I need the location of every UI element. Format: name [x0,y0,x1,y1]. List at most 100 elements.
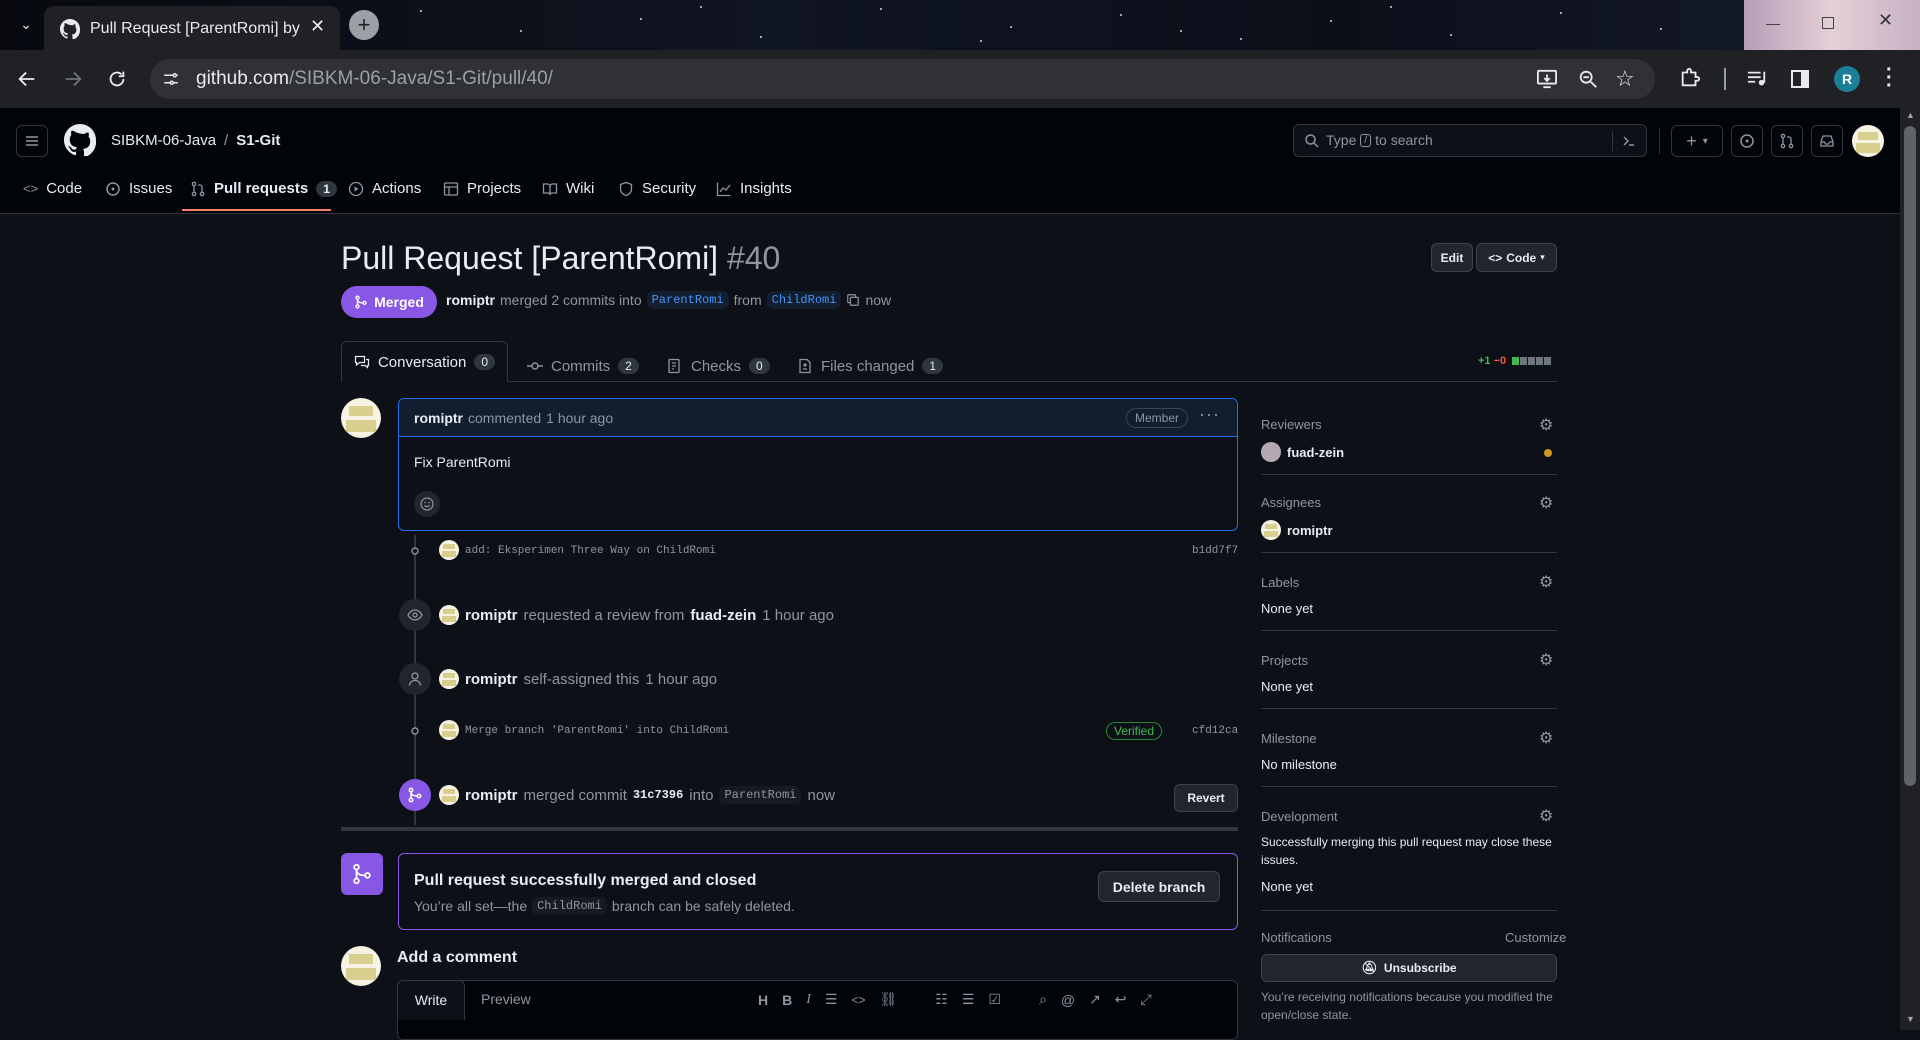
search-input[interactable]: Type / to search [1293,124,1647,157]
assignee-avatar[interactable] [1261,520,1281,540]
commit-message-link[interactable]: Merge branch 'ParentRomi' into ChildRomi [465,725,729,737]
customize-link[interactable]: Customize [1505,930,1566,945]
reviewers-heading[interactable]: Reviewers [1261,417,1322,432]
revert-button[interactable]: Revert [1174,784,1238,812]
user-avatar[interactable] [1852,125,1884,157]
event-actor-avatar[interactable] [439,669,459,689]
head-branch-chip[interactable]: ChildRomi [766,291,842,309]
copy-icon[interactable] [846,293,860,307]
tab-checks[interactable]: Checks 0 [667,350,770,382]
tab-files-changed[interactable]: Files changed 1 [797,350,944,382]
hamburger-menu-button[interactable] [16,125,48,157]
close-window-icon[interactable]: ✕ [1878,10,1893,31]
nav-wiki[interactable]: Wiki [542,180,594,197]
pr-author-link[interactable]: romiptr [446,292,495,308]
fullscreen-icon[interactable]: ⤢ [1141,991,1152,1008]
reviewer-link[interactable]: fuad-zein [1287,445,1344,460]
labels-heading[interactable]: Labels [1261,575,1299,590]
event-actor-link[interactable]: romiptr [465,671,518,688]
browser-menu-icon[interactable]: · · · [1886,60,1893,96]
extensions-icon[interactable] [1679,67,1701,89]
base-branch-chip[interactable]: ParentRomi [646,291,729,309]
italic-icon[interactable]: I [806,992,811,1008]
merge-commit-sha-link[interactable]: 31c7396 [633,788,683,802]
mention-icon[interactable]: @ [1061,992,1075,1008]
zoom-icon[interactable] [1577,68,1599,90]
event-actor-avatar[interactable] [439,785,459,805]
assignees-gear-icon[interactable]: ⚙ [1539,493,1553,513]
edit-title-button[interactable]: Edit [1431,243,1473,272]
comment-timestamp[interactable]: 1 hour ago [546,410,613,426]
new-tab-button[interactable]: + [349,10,379,40]
milestone-gear-icon[interactable]: ⚙ [1539,728,1553,748]
code-dropdown-button[interactable]: <> Code ▾ [1476,243,1557,272]
merge-branch-chip[interactable]: ParentRomi [719,786,802,804]
event-actor-link[interactable]: romiptr [465,787,518,804]
cross-reference-icon[interactable]: ↗ [1089,991,1101,1008]
unsubscribe-button[interactable]: 🔕︎ Unsubscribe [1261,954,1557,982]
current-user-avatar[interactable] [341,946,381,986]
tab-search-button[interactable]: ⌄ [14,12,38,36]
scroll-down-icon[interactable]: ▼ [1906,1014,1915,1024]
event-actor-avatar[interactable] [439,605,459,625]
heading-icon[interactable]: H [758,992,768,1008]
deletable-branch-chip[interactable]: ChildRomi [532,897,607,915]
minimize-icon[interactable] [1766,24,1780,25]
kebab-menu-icon[interactable]: ··· [1199,404,1220,425]
bullet-list-icon[interactable]: ☰ [962,991,975,1008]
projects-gear-icon[interactable]: ⚙ [1539,650,1553,670]
numbered-list-icon[interactable]: ☷ [935,991,948,1008]
preview-tab[interactable]: Preview [481,991,531,1007]
comment-author-link[interactable]: romiptr [414,410,463,426]
verified-badge[interactable]: Verified [1106,722,1163,740]
github-logo-icon[interactable] [64,124,96,156]
commit-author-avatar[interactable] [439,540,459,560]
projects-heading[interactable]: Projects [1261,653,1308,668]
nav-pull-requests[interactable]: Pull requests 1 [190,180,337,197]
commit-author-avatar[interactable] [439,720,459,740]
code-icon[interactable]: <> [851,993,865,1007]
quote-icon[interactable]: ☰ [825,991,838,1008]
attach-icon[interactable]: ⌕ [1039,991,1047,1008]
repo-name-link[interactable]: S1-Git [236,132,280,149]
forward-icon[interactable] [62,68,84,90]
scrollbar-thumb[interactable] [1904,126,1916,786]
nav-security[interactable]: Security [618,180,696,197]
delete-branch-button[interactable]: Delete branch [1098,871,1220,902]
nav-projects[interactable]: Projects [443,180,521,197]
task-list-icon[interactable]: ☑ [988,991,1001,1008]
side-panel-icon[interactable] [1790,69,1810,89]
labels-gear-icon[interactable]: ⚙ [1539,572,1553,592]
bookmark-star-icon[interactable]: ☆ [1615,66,1635,92]
assignees-heading[interactable]: Assignees [1261,495,1321,510]
saved-reply-icon[interactable]: ↩ [1115,991,1127,1008]
event-timestamp[interactable]: now [807,787,835,804]
restore-icon[interactable] [1822,17,1834,29]
assignee-link[interactable]: romiptr [1287,523,1333,538]
repo-owner-link[interactable]: SIBKM-06-Java [111,132,216,149]
tab-conversation[interactable]: Conversation 0 [341,341,508,382]
command-palette-icon[interactable] [1621,133,1637,149]
bold-icon[interactable]: B [782,992,792,1008]
event-timestamp[interactable]: 1 hour ago [762,607,834,624]
link-icon[interactable]: ⛓ [880,991,898,1008]
browser-tab-active[interactable]: Pull Request [ParentRomi] by ro ✕ [44,6,340,50]
site-info-icon[interactable] [162,70,180,88]
pull-requests-button[interactable] [1771,125,1803,157]
reviewer-avatar[interactable] [1261,442,1281,462]
commit-sha-link[interactable]: cfd12ca [1192,725,1238,737]
comment-author-avatar[interactable] [341,398,381,438]
profile-avatar[interactable]: R [1834,66,1860,92]
commit-sha-link[interactable]: b1dd7f7 [1192,545,1238,557]
reviewer-link[interactable]: fuad-zein [690,607,756,624]
create-new-button[interactable]: + ▾ [1671,125,1723,157]
event-timestamp[interactable]: 1 hour ago [645,671,717,688]
back-icon[interactable] [16,68,38,90]
inbox-button[interactable] [1811,125,1843,157]
development-gear-icon[interactable]: ⚙ [1539,806,1553,826]
milestone-heading[interactable]: Milestone [1261,731,1317,746]
reload-icon[interactable] [106,68,128,90]
tab-commits[interactable]: Commits 2 [527,350,639,382]
nav-insights[interactable]: Insights [716,180,792,197]
issues-button[interactable] [1731,125,1763,157]
